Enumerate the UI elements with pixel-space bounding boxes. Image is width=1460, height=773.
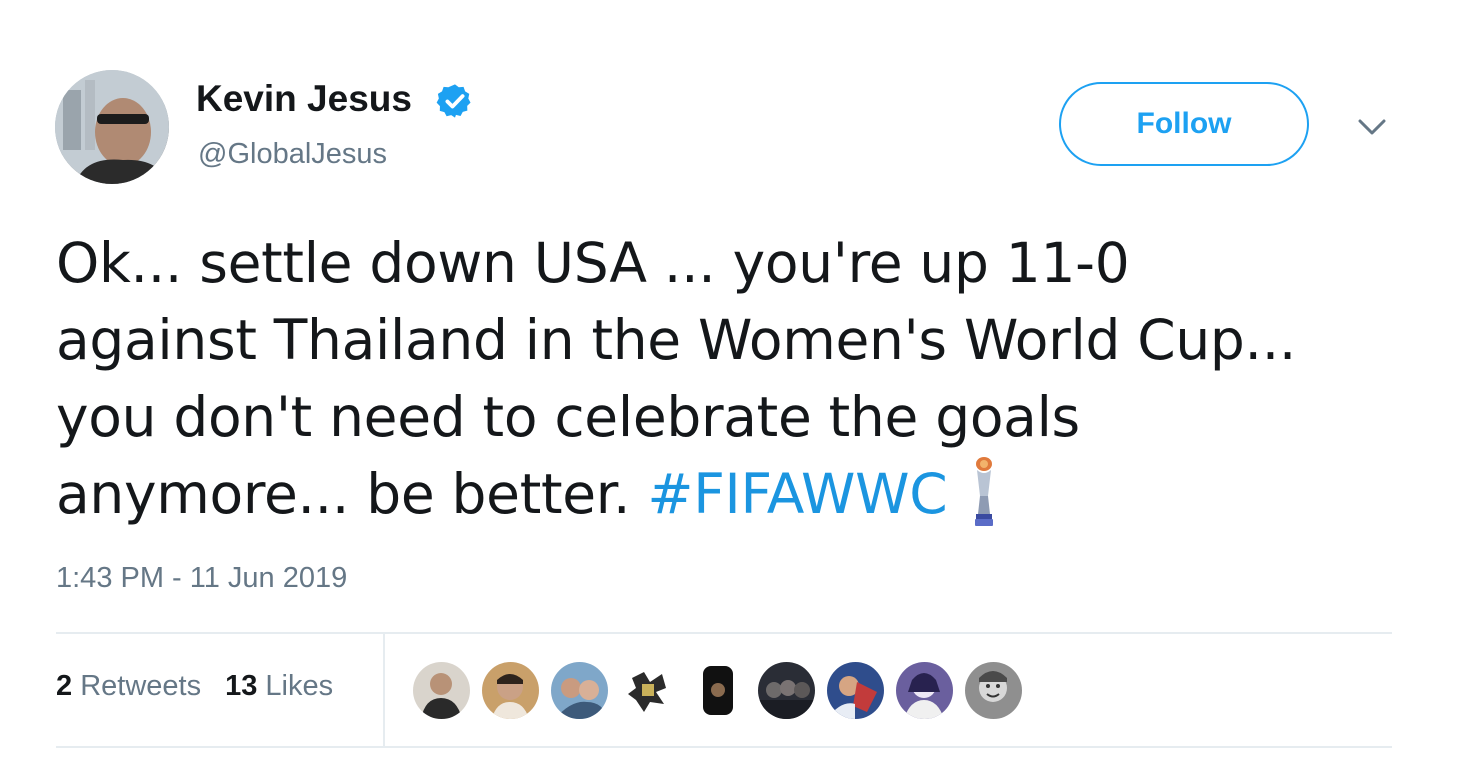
tweet-line: against Thailand in the Women's World Cu… bbox=[56, 308, 1297, 372]
divider bbox=[56, 632, 1392, 634]
tweet-timestamp[interactable]: 1:43 PM - 11 Jun 2019 bbox=[56, 562, 347, 595]
stats-divider bbox=[383, 633, 385, 746]
tweet-text: Ok... settle down USA ... you're up 11-0… bbox=[56, 225, 1406, 534]
liker-avatar-1[interactable] bbox=[413, 662, 470, 719]
world-cup-trophy-icon bbox=[975, 456, 994, 526]
likers-list bbox=[413, 662, 1022, 719]
likes-stat[interactable]: 13 Likes bbox=[225, 670, 333, 702]
tweet-card: Kevin Jesus @GlobalJesus Follow Ok... se… bbox=[0, 0, 1460, 773]
follow-button[interactable]: Follow bbox=[1059, 82, 1309, 166]
tweet-line: Ok... settle down USA ... you're up 11-0 bbox=[56, 231, 1130, 295]
liker-avatar-6[interactable] bbox=[758, 662, 815, 719]
tweet-line: you don't need to celebrate the goals bbox=[56, 385, 1080, 449]
liker-avatar-8[interactable] bbox=[896, 662, 953, 719]
tweet-line-last: anymore... be better. #FIFAWWC bbox=[56, 456, 1406, 534]
user-handle[interactable]: @GlobalJesus bbox=[198, 138, 387, 171]
liker-avatar-3[interactable] bbox=[551, 662, 608, 719]
likes-count: 13 bbox=[225, 670, 258, 702]
hashtag-link[interactable]: #FIFAWWC bbox=[647, 462, 947, 526]
retweets-label: Retweets bbox=[80, 670, 202, 702]
divider bbox=[56, 746, 1392, 748]
liker-avatar-7[interactable] bbox=[827, 662, 884, 719]
verified-badge-icon bbox=[436, 84, 471, 118]
display-name[interactable]: Kevin Jesus bbox=[196, 78, 412, 120]
likes-label: Likes bbox=[265, 670, 334, 702]
liker-avatar-4[interactable] bbox=[620, 662, 677, 719]
retweets-count: 2 bbox=[56, 670, 73, 702]
chevron-down-icon[interactable] bbox=[1356, 115, 1388, 139]
tweet-line-text: anymore... be better. bbox=[56, 462, 648, 526]
liker-avatar-2[interactable] bbox=[482, 662, 539, 719]
user-avatar[interactable] bbox=[55, 70, 169, 184]
liker-avatar-5[interactable] bbox=[689, 662, 746, 719]
tweet-stats: 2 Retweets 13 Likes bbox=[56, 670, 333, 703]
liker-avatar-9[interactable] bbox=[965, 662, 1022, 719]
retweets-stat[interactable]: 2 Retweets bbox=[56, 670, 201, 702]
